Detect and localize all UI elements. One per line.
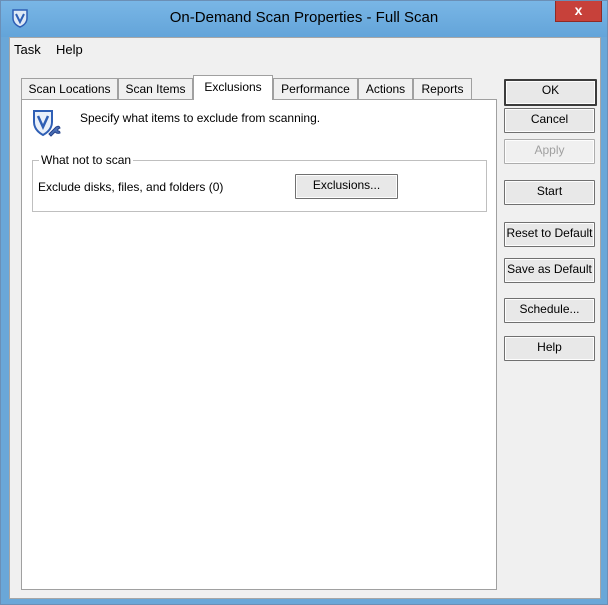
tab-actions[interactable]: Actions (358, 78, 413, 99)
menu-bar: Task Help (10, 38, 600, 60)
exclude-summary-label: Exclude disks, files, and folders (0) (38, 180, 224, 194)
menu-task[interactable]: Task (12, 42, 43, 57)
shield-wrench-icon (33, 110, 61, 137)
group-legend: What not to scan (39, 153, 134, 167)
dialog-client-area: Task Help Scan Locations Scan Items Excl… (9, 37, 601, 599)
title-bar[interactable]: On-Demand Scan Properties - Full Scan x (1, 1, 607, 37)
what-not-to-scan-group: What not to scan Exclude disks, files, a… (32, 153, 487, 212)
save-as-default-button[interactable]: Save as Default (504, 258, 595, 283)
start-button[interactable]: Start (504, 180, 595, 205)
tab-scan-items[interactable]: Scan Items (118, 78, 193, 99)
ok-button[interactable]: OK (504, 79, 597, 106)
menu-help[interactable]: Help (54, 42, 85, 57)
window-title: On-Demand Scan Properties - Full Scan (169, 9, 439, 26)
help-button[interactable]: Help (504, 336, 595, 361)
dialog-window: On-Demand Scan Properties - Full Scan x … (0, 0, 608, 605)
tab-exclusions[interactable]: Exclusions (193, 75, 273, 100)
tab-scan-locations[interactable]: Scan Locations (21, 78, 118, 99)
reset-to-default-button[interactable]: Reset to Default (504, 222, 595, 247)
close-button[interactable]: x (555, 1, 602, 22)
exclusions-button[interactable]: Exclusions... (295, 174, 398, 199)
apply-button: Apply (504, 139, 595, 164)
schedule-button[interactable]: Schedule... (504, 298, 595, 323)
panel-description: Specify what items to exclude from scann… (80, 111, 321, 125)
tab-reports[interactable]: Reports (413, 78, 472, 99)
exclusions-tab-panel: Specify what items to exclude from scann… (21, 99, 497, 590)
tab-performance[interactable]: Performance (273, 78, 358, 99)
cancel-button[interactable]: Cancel (504, 108, 595, 133)
